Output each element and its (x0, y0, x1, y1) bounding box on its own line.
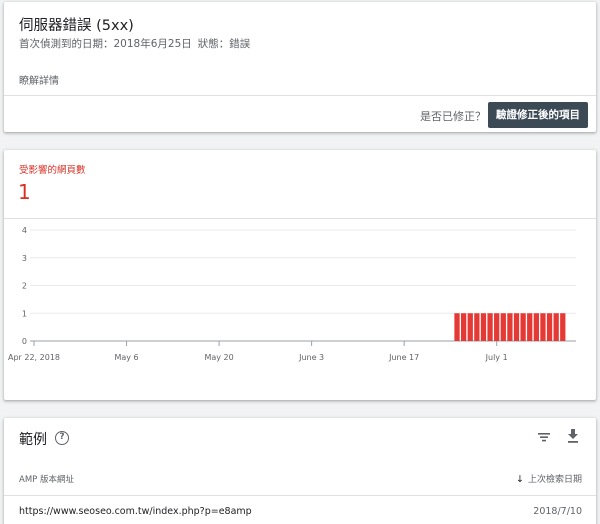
affected-pages-label: 受影響的網頁數 (19, 165, 86, 176)
examples-title: 範例 (19, 432, 47, 448)
chart-bar[interactable] (474, 313, 480, 341)
first-detected-label: 首次偵測到的日期： (19, 38, 114, 50)
filter-icon[interactable] (537, 430, 551, 444)
chart-bar[interactable] (494, 313, 500, 341)
help-circle-icon[interactable]: ? (55, 431, 69, 445)
y-tick-label: 2 (22, 282, 27, 291)
y-tick-label: 3 (22, 254, 27, 263)
validate-fix-button[interactable]: 驗證修正後的項目 (488, 102, 588, 128)
column-header-url[interactable]: AMP 版本網址 (19, 473, 74, 485)
chart-bar[interactable] (527, 313, 533, 341)
issue-meta: 首次偵測到的日期：2018年6月25日 狀態：錯誤 (19, 36, 250, 51)
x-tick-label: May 6 (114, 353, 138, 362)
x-tick-label: July 1 (485, 353, 508, 362)
chart-bar[interactable] (454, 313, 460, 341)
y-tick-label: 0 (22, 337, 27, 346)
chart-bar[interactable] (546, 313, 553, 341)
chart-bar[interactable] (540, 313, 546, 341)
chart-bar[interactable] (560, 313, 566, 341)
chart-bar[interactable] (460, 313, 467, 341)
learn-more-link[interactable]: 瞭解詳情 (19, 72, 59, 87)
divider (4, 95, 596, 96)
x-tick-label: June 17 (388, 353, 419, 362)
chart-bar[interactable] (500, 313, 506, 341)
divider (4, 495, 596, 496)
x-tick-label: Apr 22, 2018 (8, 353, 60, 362)
x-tick-label: May 20 (204, 353, 233, 362)
chart-bar[interactable] (520, 313, 526, 341)
affected-pages-chart: 0 1 2 3 4 Apr 22, 2018 May 6 May 20 June 3 June 1… (8, 226, 576, 362)
issue-summary-card: 伺服器錯誤 (5xx) 首次偵測到的日期：2018年6月25日 狀態：錯誤 瞭解詳… (4, 2, 596, 132)
y-tick-label: 1 (22, 309, 27, 318)
x-tick-label: June 3 (298, 353, 324, 362)
chart-bar[interactable] (507, 313, 513, 341)
status-label: 狀態： (197, 38, 230, 50)
status-value: 錯誤 (229, 38, 251, 50)
chart-bar[interactable] (513, 313, 520, 341)
chart-bar[interactable] (467, 313, 473, 341)
column-header-last-crawled-label: 上次檢索日期 (527, 475, 582, 485)
chart-bar[interactable] (553, 313, 559, 341)
column-header-last-crawled[interactable]: ↓ 上次檢索日期 (516, 472, 582, 485)
divider (4, 218, 596, 219)
fixed-question: 是否已修正？ (420, 110, 486, 123)
table-row-url[interactable]: https://www.seoseo.com.tw/index.php?p=e8… (19, 506, 252, 517)
first-detected-date: 2018年6月25日 (113, 38, 192, 50)
chart-bar[interactable] (487, 313, 493, 341)
examples-card: 範例 ? AMP 版本網址 ↓ 上次檢索日期 https://www.seoseo… (4, 418, 596, 524)
affected-pages-count: 1 (18, 180, 31, 204)
issue-title: 伺服器錯誤 (5xx) (19, 18, 134, 34)
chart-bar[interactable] (533, 313, 539, 341)
y-tick-label: 4 (22, 226, 27, 235)
download-icon[interactable] (566, 428, 580, 444)
table-row-date: 2018/7/10 (533, 506, 582, 517)
chart-bar[interactable] (480, 313, 487, 341)
sort-arrow-icon: ↓ (516, 474, 524, 485)
affected-pages-card: 受影響的網頁數 1 0 1 2 3 4 Apr 22, 2018 May 6 May 20 Ju… (4, 150, 596, 400)
